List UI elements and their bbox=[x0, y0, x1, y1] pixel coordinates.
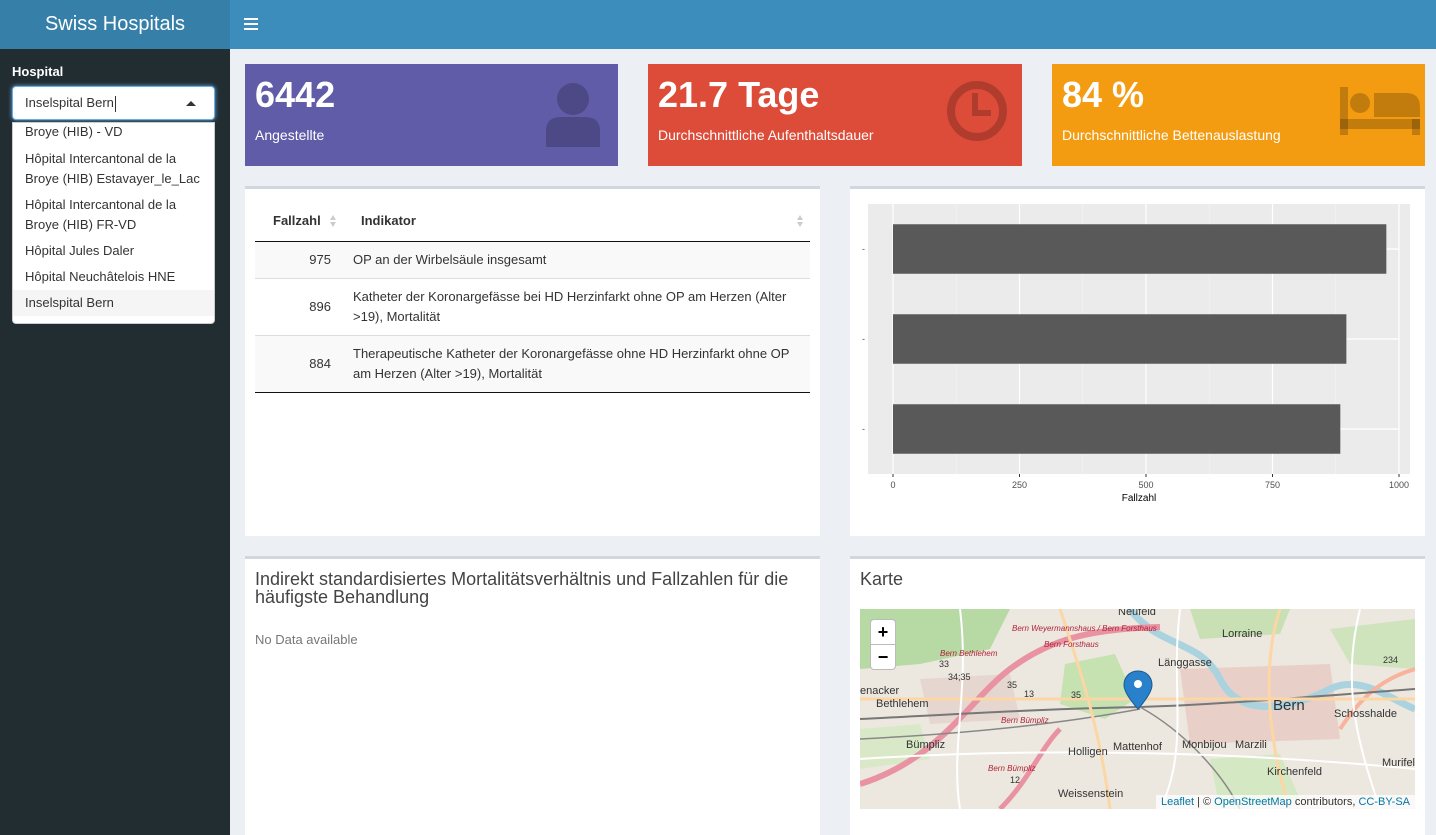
sidebar: Hospital Inselspital Bern Broye (HIB) - … bbox=[0, 49, 230, 835]
x-tick-label: 750 bbox=[1265, 480, 1280, 490]
stay-duration-value: 21.7 Tage bbox=[658, 74, 820, 115]
map-label: enacker bbox=[860, 685, 899, 697]
smr-panel: Indirekt standardisiertes Mortalitätsver… bbox=[245, 556, 820, 835]
map-label: Bern Bethlehem bbox=[940, 649, 998, 658]
bar bbox=[893, 314, 1347, 364]
sort-icon[interactable] bbox=[797, 215, 804, 227]
dropdown-option[interactable]: Hôpital Intercantonal de la Broye (HIB) … bbox=[13, 192, 214, 238]
map-label: 35 bbox=[1071, 690, 1081, 700]
map-label: 33 bbox=[939, 659, 949, 669]
map-label: Kirchenfeld bbox=[1267, 766, 1322, 778]
table-row: 975 OP an der Wirbelsäule insgesamt bbox=[255, 241, 810, 278]
bed-occupancy-label: Durchschnittliche Bettenauslastung bbox=[1062, 127, 1281, 143]
map-label: Bümpliz bbox=[906, 739, 945, 751]
map-tiles[interactable]: Neufeld Lorraine Länggasse Bern Schossha… bbox=[860, 609, 1415, 809]
map-label: Länggasse bbox=[1158, 657, 1212, 669]
map-label: Monbijou bbox=[1182, 739, 1227, 751]
indikator-cell: OP an der Wirbelsäule insgesamt bbox=[353, 251, 547, 267]
y-tick-label: - bbox=[862, 424, 865, 434]
map-label: Murifel bbox=[1382, 757, 1415, 769]
license-link[interactable]: CC-BY-SA bbox=[1358, 796, 1410, 808]
indikator-cell: Katheter der Koronargefässe bei HD Herzi… bbox=[343, 277, 810, 335]
sidebar-toggle-icon[interactable] bbox=[244, 15, 258, 33]
leaflet-map[interactable]: Neufeld Lorraine Länggasse Bern Schossha… bbox=[860, 609, 1415, 809]
map-label: 12 bbox=[1010, 775, 1020, 785]
map-label: Marzili bbox=[1235, 739, 1267, 751]
clock-icon bbox=[947, 81, 1007, 141]
map-label: 13 bbox=[1024, 689, 1034, 699]
x-tick-label: 500 bbox=[1138, 480, 1153, 490]
stay-duration-infobox: 21.7 Tage Durchschnittliche Aufenthaltsd… bbox=[648, 64, 1022, 166]
indikator-cell: Therapeutische Katheter der Koronargefäs… bbox=[343, 334, 810, 393]
map-panel-title: Karte bbox=[860, 569, 904, 589]
employees-infobox: 6442 Angestellte bbox=[245, 64, 618, 166]
zoom-in-button[interactable]: + bbox=[870, 619, 896, 645]
bed-occupancy-value: 84 % bbox=[1062, 74, 1145, 115]
text-cursor bbox=[114, 95, 116, 112]
caret-up-icon[interactable] bbox=[186, 101, 196, 106]
map-label: Weissenstein bbox=[1058, 788, 1123, 800]
y-tick-label: - bbox=[862, 334, 865, 344]
fallzahl-chart-panel: 0 250 500 750 1000 - - - Fallzahl bbox=[850, 186, 1425, 536]
map-label: Bern bbox=[1273, 697, 1305, 714]
hospital-dropdown[interactable]: Broye (HIB) - VD Hôpital Intercantonal d… bbox=[12, 122, 215, 324]
map-label: 234 bbox=[1383, 655, 1398, 665]
app-logo[interactable]: Swiss Hospitals bbox=[0, 0, 230, 49]
dropdown-option[interactable]: Hôpital Jules Daler bbox=[13, 238, 214, 264]
fallzahl-bar-chart: 0 250 500 750 1000 - - - Fallzahl bbox=[862, 204, 1410, 504]
x-tick-label: 0 bbox=[890, 480, 895, 490]
x-tick-label: 1000 bbox=[1389, 480, 1409, 490]
table-row: 896 Katheter der Koronargefässe bei HD H… bbox=[255, 277, 810, 335]
sort-icon[interactable] bbox=[330, 215, 337, 227]
hospital-select[interactable]: Inselspital Bern bbox=[12, 86, 215, 120]
dropdown-option[interactable]: Inselspital Bern bbox=[13, 316, 214, 323]
stay-duration-label: Durchschnittliche Aufenthaltsdauer bbox=[658, 127, 874, 143]
map-label: Bern Bümpliz bbox=[988, 764, 1036, 773]
fallzahl-cell: 896 bbox=[255, 277, 343, 335]
map-label: Bern Forsthaus bbox=[1044, 640, 1099, 649]
indikator-column-header[interactable]: Indikator bbox=[343, 201, 810, 242]
map-label: Mattenhof bbox=[1113, 741, 1163, 753]
indicator-table-panel: Fallzahl Indikator 975 OP an der Wirbels… bbox=[245, 186, 820, 536]
map-attribution: Leaflet | © OpenStreetMap contributors, … bbox=[1155, 795, 1415, 809]
map-label: Bern Bümpliz bbox=[1001, 716, 1049, 725]
map-panel: Karte Neufeld Lorraine Länggasse Bern Sc… bbox=[850, 556, 1425, 835]
dropdown-option-selected[interactable]: Inselspital Bern bbox=[13, 290, 214, 316]
bed-occupancy-infobox: 84 % Durchschnittliche Bettenauslastung bbox=[1052, 64, 1425, 166]
dropdown-option[interactable]: Hôpital Neuchâtelois HNE bbox=[13, 264, 214, 290]
bed-icon bbox=[1340, 87, 1420, 135]
hospital-select-value: Inselspital Bern bbox=[25, 95, 114, 110]
fallzahl-cell: 975 bbox=[309, 251, 331, 267]
bar bbox=[893, 404, 1341, 454]
hospital-label: Hospital bbox=[12, 64, 64, 79]
map-label: 34;35 bbox=[948, 672, 971, 682]
top-navbar bbox=[230, 0, 1436, 49]
dropdown-option[interactable]: Hôpital Intercantonal de la Broye (HIB) … bbox=[13, 146, 214, 192]
fallzahl-cell: 884 bbox=[255, 334, 343, 393]
y-tick-label: - bbox=[862, 244, 865, 254]
map-label: Neufeld bbox=[1118, 609, 1156, 618]
no-data-message: No Data available bbox=[255, 632, 358, 647]
dropdown-option[interactable]: Broye (HIB) - VD bbox=[13, 123, 214, 146]
employees-value: 6442 bbox=[255, 74, 336, 115]
map-label: Lorraine bbox=[1222, 628, 1262, 640]
employees-label: Angestellte bbox=[255, 127, 325, 143]
x-axis-label: Fallzahl bbox=[1122, 493, 1156, 504]
map-label: 35 bbox=[1007, 680, 1017, 690]
map-label: Bethlehem bbox=[876, 698, 929, 710]
table-row: 884 Therapeutische Katheter der Koronarg… bbox=[255, 334, 810, 393]
map-label: Holligen bbox=[1068, 746, 1108, 758]
indicator-table: Fallzahl Indikator 975 OP an der Wirbels… bbox=[255, 201, 810, 393]
zoom-out-button[interactable]: − bbox=[870, 644, 896, 670]
smr-panel-title: Indirekt standardisiertes Mortalitätsver… bbox=[255, 569, 789, 607]
bar bbox=[893, 224, 1387, 274]
map-label: Schosshalde bbox=[1334, 708, 1397, 720]
fallzahl-column-header[interactable]: Fallzahl bbox=[255, 201, 343, 242]
x-tick-label: 250 bbox=[1012, 480, 1027, 490]
leaflet-link[interactable]: Leaflet bbox=[1161, 796, 1194, 808]
user-icon bbox=[546, 83, 600, 147]
map-label: Bern Weyermannshaus / Bern Forsthaus bbox=[1012, 624, 1157, 633]
osm-link[interactable]: OpenStreetMap bbox=[1214, 796, 1292, 808]
